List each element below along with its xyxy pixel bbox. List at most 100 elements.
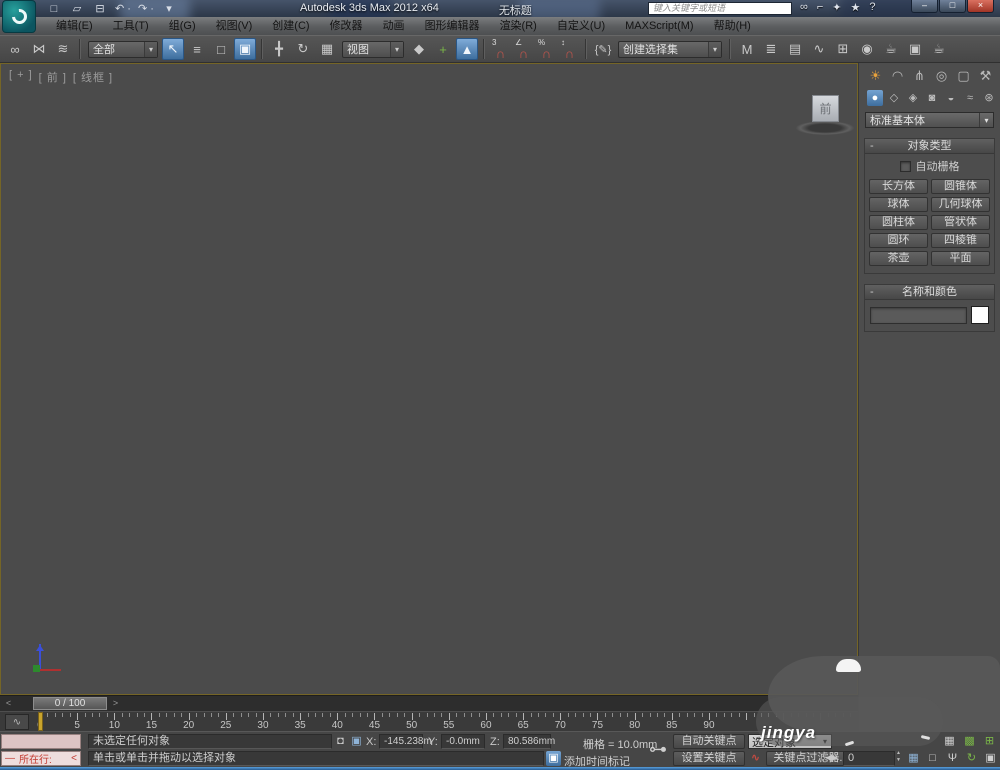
snap-toggle-3d-icon[interactable]: 3 ∩	[490, 38, 511, 60]
viewcube[interactable]: 前	[796, 91, 856, 137]
bind-to-space-warp-icon[interactable]: ≋	[52, 38, 74, 60]
select-and-move-icon[interactable]: ╋	[268, 38, 290, 60]
help-icon[interactable]: ?	[869, 1, 875, 14]
pan-view-icon[interactable]: Ψ	[944, 751, 961, 766]
menu-item[interactable]: 帮助(H)	[704, 17, 761, 35]
communication-center-icon[interactable]: ✦	[832, 1, 841, 14]
render-production-icon[interactable]: ☕	[928, 38, 950, 60]
tab-display[interactable]: ▢	[955, 68, 972, 84]
selection-filter-dropdown[interactable]: 全部 ▾	[88, 40, 158, 58]
auto-key-button[interactable]: 自动关键点	[673, 734, 745, 749]
current-frame-field[interactable]: 0	[843, 751, 895, 766]
tab-create[interactable]: ☀	[867, 68, 884, 84]
default-in-out-tangents-icon[interactable]: ∿	[748, 751, 763, 766]
use-pivot-point-center-icon[interactable]: ◆	[408, 38, 430, 60]
zoom-region-icon[interactable]: □	[924, 751, 941, 766]
menu-item[interactable]: MAXScript(M)	[615, 17, 703, 35]
favorites-star-icon[interactable]: ★	[851, 1, 861, 14]
select-and-scale-icon[interactable]: ▦	[316, 38, 338, 60]
subtab-shapes[interactable]: ◇	[886, 90, 902, 106]
tab-hierarchy[interactable]: ⋔	[911, 68, 928, 84]
keyboard-shortcut-override-icon[interactable]: ▲	[456, 38, 478, 60]
primitive-button[interactable]: 几何球体	[931, 197, 990, 212]
zoom-extents-all-icon[interactable]: ▩	[961, 734, 978, 749]
search-input[interactable]: 键入关键字或短语	[648, 2, 792, 15]
layer-manager-icon[interactable]: ▤	[784, 38, 806, 60]
primitive-button[interactable]: 圆锥体	[931, 179, 990, 194]
time-configuration-icon[interactable]: ▦	[906, 751, 921, 766]
rectangular-selection-region-icon[interactable]: □	[210, 38, 232, 60]
menu-item[interactable]: 图形编辑器	[415, 17, 490, 35]
window-crossing-icon[interactable]: ▣	[234, 38, 256, 60]
subtab-systems[interactable]: ⊛	[981, 90, 997, 106]
previous-frame-arrow[interactable]: <	[2, 697, 15, 710]
spinner-up-icon[interactable]: ▲	[896, 750, 901, 757]
primitive-button[interactable]: 圆柱体	[869, 215, 928, 230]
y-coord-field[interactable]: -0.0mm	[441, 734, 485, 749]
close-button[interactable]: ×	[967, 0, 994, 13]
maxscript-listener-line[interactable]: — 所在行: <	[1, 751, 81, 766]
time-slider-handle[interactable]: 0 / 100	[33, 697, 107, 710]
selection-lock-toggle-icon[interactable]: ◘	[333, 734, 348, 749]
key-mode-toggle-icon[interactable]: ◀▶	[822, 751, 841, 766]
tab-utilities[interactable]: ⚒	[977, 68, 994, 84]
primitive-category-dropdown[interactable]: 标准基本体 ▾	[865, 112, 994, 128]
subtab-space-warps[interactable]: ≈	[962, 90, 978, 106]
angle-snap-toggle-icon[interactable]: ∠ ∩	[513, 38, 534, 60]
render-setup-icon[interactable]: ☕	[880, 38, 902, 60]
open-mini-curve-editor-button[interactable]: ∿	[5, 714, 29, 730]
primitive-button[interactable]: 平面	[931, 251, 990, 266]
name-color-rollout-header[interactable]: - 名称和颜色	[865, 285, 994, 300]
menu-item[interactable]: 动画	[373, 17, 415, 35]
absolute-mode-transform-icon[interactable]: ▣	[349, 734, 364, 749]
maximize-viewport-toggle-icon[interactable]: ▣	[982, 751, 999, 766]
save-file-icon[interactable]: ⊟	[90, 2, 110, 16]
current-frame-marker[interactable]	[38, 712, 43, 731]
edit-named-selection-sets-icon[interactable]: {✎}	[592, 38, 614, 60]
tab-modify[interactable]: ◠	[889, 68, 906, 84]
track-bar[interactable]: ∿ 051015202530354045505560657075808590	[0, 711, 858, 731]
viewport-front[interactable]: [ + ] [ 前 ] [ 线框 ] 前	[0, 63, 858, 695]
zoom-extents-all-selected-icon[interactable]: ⊞	[981, 734, 998, 749]
primitive-button[interactable]: 茶壶	[869, 251, 928, 266]
viewcube-compass-ring[interactable]	[796, 121, 854, 135]
maxscript-mini-listener[interactable]	[1, 734, 81, 749]
application-menu-button[interactable]	[2, 0, 36, 33]
select-and-link-icon[interactable]: ∞	[4, 38, 26, 60]
primitive-button[interactable]: 四棱锥	[931, 233, 990, 248]
rendered-frame-window-icon[interactable]: ▣	[904, 38, 926, 60]
material-editor-icon[interactable]: ◉	[856, 38, 878, 60]
menu-item[interactable]: 渲染(R)	[490, 17, 547, 35]
orbit-icon[interactable]: ↻	[963, 751, 980, 766]
named-selection-sets-dropdown[interactable]: 创建选择集 ▾	[618, 40, 722, 58]
set-key-button[interactable]: 设置关键点	[673, 751, 745, 766]
maximize-button[interactable]: □	[939, 0, 966, 13]
menu-item[interactable]: 视图(V)	[206, 17, 263, 35]
schematic-view-icon[interactable]: ⊞	[832, 38, 854, 60]
spinner-down-icon[interactable]: ▼	[896, 757, 901, 764]
mirror-icon[interactable]: M	[736, 38, 758, 60]
spinner-snap-toggle-icon[interactable]: ↕ ∩	[559, 38, 580, 60]
track-bar-ruler[interactable]: 051015202530354045505560657075808590	[0, 712, 858, 731]
z-coord-field[interactable]: 80.586mm	[503, 734, 555, 749]
subtab-geometry[interactable]: ●	[867, 90, 883, 106]
menu-item[interactable]: 组(G)	[159, 17, 206, 35]
viewport-shading-menu[interactable]: [ 线框 ]	[73, 69, 113, 85]
menu-item[interactable]: 自定义(U)	[547, 17, 615, 35]
object-type-rollout-header[interactable]: - 对象类型	[865, 139, 994, 154]
menu-item[interactable]: 修改器	[320, 17, 373, 35]
select-and-manipulate-icon[interactable]: +	[432, 38, 454, 60]
x-coord-field[interactable]: -145.238m	[379, 734, 432, 749]
primitive-button[interactable]: 长方体	[869, 179, 928, 194]
undo-icon[interactable]: ↶ ·	[113, 2, 133, 16]
subscription-key-icon[interactable]: ⌐	[817, 1, 823, 14]
menu-item[interactable]: 工具(T)	[103, 17, 159, 35]
next-frame-arrow[interactable]: >	[109, 697, 122, 710]
subtab-cameras[interactable]: ◙	[924, 90, 940, 106]
primitive-button[interactable]: 管状体	[931, 215, 990, 230]
viewport-view-menu[interactable]: [ 前 ]	[39, 69, 67, 85]
minimize-button[interactable]: –	[911, 0, 938, 13]
menu-item[interactable]: 创建(C)	[262, 17, 319, 35]
select-by-name-icon[interactable]: ≡	[186, 38, 208, 60]
curve-editor-icon[interactable]: ∿	[808, 38, 830, 60]
